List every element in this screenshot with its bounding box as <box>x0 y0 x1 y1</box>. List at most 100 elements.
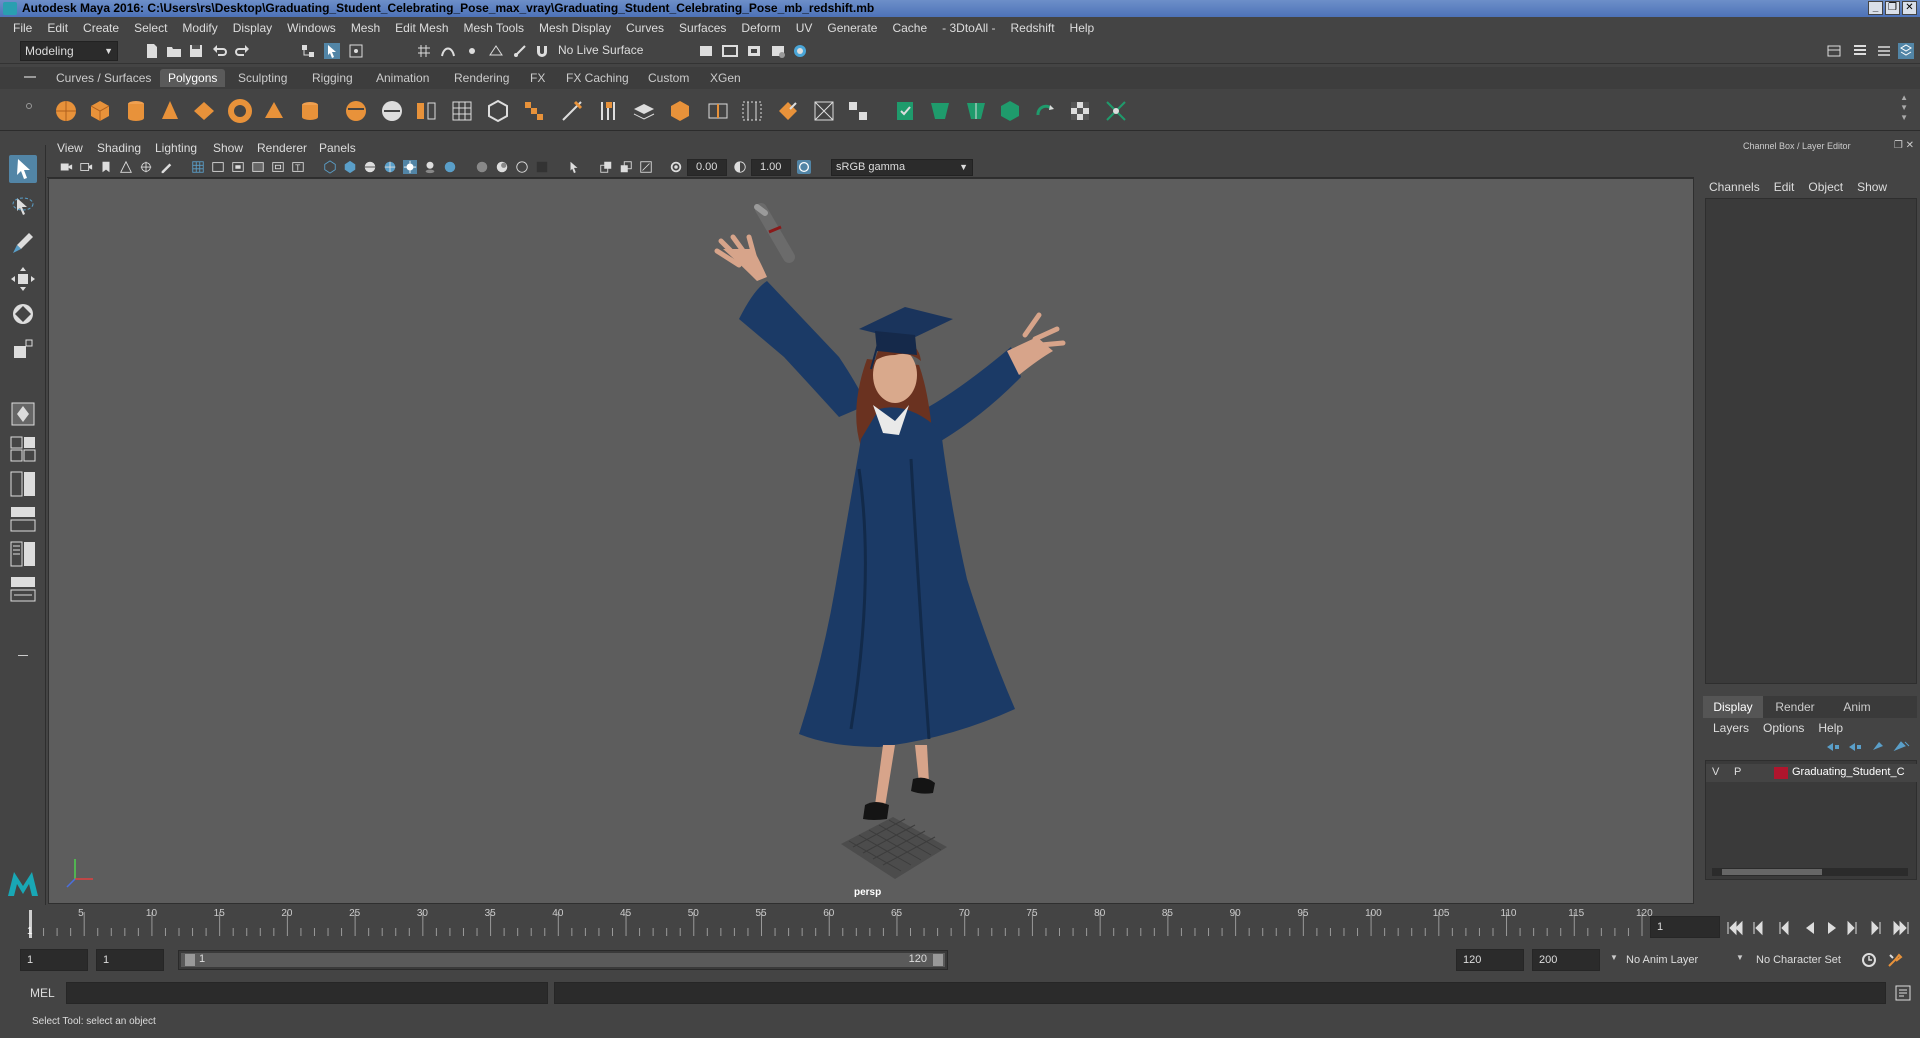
uv-sew-icon[interactable] <box>964 99 988 123</box>
menu-3dtoall[interactable]: - 3DtoAll - <box>942 21 995 35</box>
panel-menu-lighting[interactable]: Lighting <box>155 141 197 155</box>
select-tool-icon[interactable] <box>9 155 37 183</box>
animation-preferences-icon[interactable] <box>1886 951 1904 969</box>
open-scene-icon[interactable] <box>166 43 182 59</box>
poly-cylinder-icon[interactable] <box>124 99 148 123</box>
film-gate-icon[interactable] <box>211 160 225 174</box>
lasso-tool-icon[interactable] <box>9 192 37 220</box>
snap-grid-icon[interactable] <box>416 43 432 59</box>
menu-generate[interactable]: Generate <box>827 21 877 35</box>
persp-outliner-layout-icon[interactable] <box>9 505 37 533</box>
wireframe-icon[interactable] <box>323 160 337 174</box>
toolbox-collapse-icon[interactable] <box>18 655 28 656</box>
extrude-icon[interactable] <box>486 99 510 123</box>
menu-file[interactable]: File <box>13 21 32 35</box>
depth-of-field-icon[interactable] <box>515 160 529 174</box>
attribute-editor-icon[interactable] <box>1852 43 1868 59</box>
animation-end-field[interactable]: 200 <box>1532 949 1600 971</box>
shelf-options-icon[interactable] <box>26 103 32 109</box>
menu-help[interactable]: Help <box>1070 21 1095 35</box>
layer-color-swatch[interactable] <box>1774 767 1788 779</box>
undo-icon[interactable] <box>212 43 228 59</box>
use-all-lights-icon[interactable] <box>403 160 417 174</box>
resolution-gate-icon[interactable] <box>231 160 245 174</box>
smooth-shade-icon[interactable] <box>343 160 357 174</box>
hypershade-icon[interactable] <box>792 43 808 59</box>
automatic-uv-icon[interactable] <box>846 99 870 123</box>
panel-float-close-icon[interactable]: ❐ ✕ <box>1894 140 1914 151</box>
layer-name[interactable]: Graduating_Student_C <box>1792 766 1916 778</box>
range-end-grip[interactable] <box>933 954 943 966</box>
menu-surfaces[interactable]: Surfaces <box>679 21 726 35</box>
menu-edit-mesh[interactable]: Edit Mesh <box>395 21 448 35</box>
rotate-tool-icon[interactable] <box>9 300 37 328</box>
uv-cut-icon[interactable] <box>928 99 952 123</box>
layer-visibility-toggle[interactable]: V <box>1712 766 1719 778</box>
select-hierarchy-icon[interactable] <box>300 43 316 59</box>
panel-menu-panels[interactable]: Panels <box>319 141 356 155</box>
uv-optimize-icon[interactable] <box>1034 99 1058 123</box>
shelf-tab-rendering[interactable]: Rendering <box>446 69 517 87</box>
panel-menu-shading[interactable]: Shading <box>97 141 141 155</box>
field-chart-icon[interactable] <box>271 160 285 174</box>
snap-point-icon[interactable] <box>464 43 480 59</box>
channel-box-menu-channels[interactable]: Channels <box>1709 180 1760 194</box>
scale-tool-icon[interactable] <box>9 335 37 363</box>
menu-edit[interactable]: Edit <box>47 21 68 35</box>
textured-icon[interactable] <box>383 160 397 174</box>
offset-edge-loop-icon[interactable] <box>740 99 764 123</box>
poly-cone-icon[interactable] <box>158 99 182 123</box>
menu-display[interactable]: Display <box>233 21 272 35</box>
menu-mesh-display[interactable]: Mesh Display <box>539 21 611 35</box>
layer-tab-render[interactable]: Render <box>1765 696 1825 718</box>
maximize-button[interactable]: ❐ <box>1885 1 1900 15</box>
menu-mesh-tools[interactable]: Mesh Tools <box>464 21 524 35</box>
perspective-viewport[interactable]: persp <box>48 178 1694 904</box>
anim-layer-label[interactable]: No Anim Layer <box>1626 954 1698 966</box>
select-camera-icon[interactable] <box>59 160 73 174</box>
menu-cache[interactable]: Cache <box>892 21 927 35</box>
planar-uv-icon[interactable] <box>812 99 836 123</box>
color-space-dropdown[interactable]: sRGB gamma ▼ <box>831 159 973 176</box>
layer-scrollbar[interactable] <box>1712 868 1908 876</box>
isolate-select-icon[interactable] <box>567 160 581 174</box>
separate-icon[interactable] <box>380 99 404 123</box>
gamma-icon[interactable] <box>733 160 747 174</box>
channel-box-toggle-icon[interactable] <box>1898 43 1914 59</box>
poly-cube-icon[interactable] <box>88 99 112 123</box>
save-scene-icon[interactable] <box>188 43 204 59</box>
combine-icon[interactable] <box>344 99 368 123</box>
select-object-icon[interactable] <box>324 43 340 59</box>
frame-all-icon[interactable] <box>639 160 653 174</box>
command-language-label[interactable]: MEL <box>30 986 55 1000</box>
layer-playback-toggle[interactable]: P <box>1734 766 1741 778</box>
smooth-icon[interactable] <box>450 99 474 123</box>
shelf-tab-animation[interactable]: Animation <box>368 69 437 87</box>
live-surface-field[interactable]: No Live Surface <box>554 41 654 61</box>
command-input[interactable] <box>66 982 548 1004</box>
ambient-occlusion-icon[interactable] <box>443 160 457 174</box>
multisample-aa-icon[interactable] <box>495 160 509 174</box>
xray-active-icon[interactable] <box>619 160 633 174</box>
persp-graph-layout-icon[interactable] <box>9 540 37 568</box>
shelf-tab-fx-caching[interactable]: FX Caching <box>558 69 637 87</box>
animation-start-field[interactable]: 1 <box>20 949 88 971</box>
paint-select-tool-icon[interactable] <box>9 229 37 257</box>
layer-row[interactable]: V P Graduating_Student_C <box>1706 764 1918 782</box>
last-tool-icon[interactable] <box>9 400 37 428</box>
shadows-icon[interactable] <box>423 160 437 174</box>
layer-menu-options[interactable]: Options <box>1763 721 1804 735</box>
shelf-tab-curves-surfaces[interactable]: Curves / Surfaces <box>48 69 159 87</box>
menu-modify[interactable]: Modify <box>182 21 217 35</box>
character-set-label[interactable]: No Character Set <box>1756 954 1841 966</box>
panel-menu-show[interactable]: Show <box>213 141 243 155</box>
bevel-icon[interactable] <box>596 99 620 123</box>
grid-toggle-icon[interactable] <box>191 160 205 174</box>
uv-editor-icon[interactable] <box>894 99 918 123</box>
exposure-icon[interactable] <box>669 160 683 174</box>
single-perspective-layout-icon[interactable] <box>9 435 37 463</box>
append-polygon-icon[interactable] <box>668 99 692 123</box>
shelf-tab-rigging[interactable]: Rigging <box>304 69 361 87</box>
minimize-button[interactable]: _ <box>1868 1 1883 15</box>
menu-deform[interactable]: Deform <box>741 21 780 35</box>
